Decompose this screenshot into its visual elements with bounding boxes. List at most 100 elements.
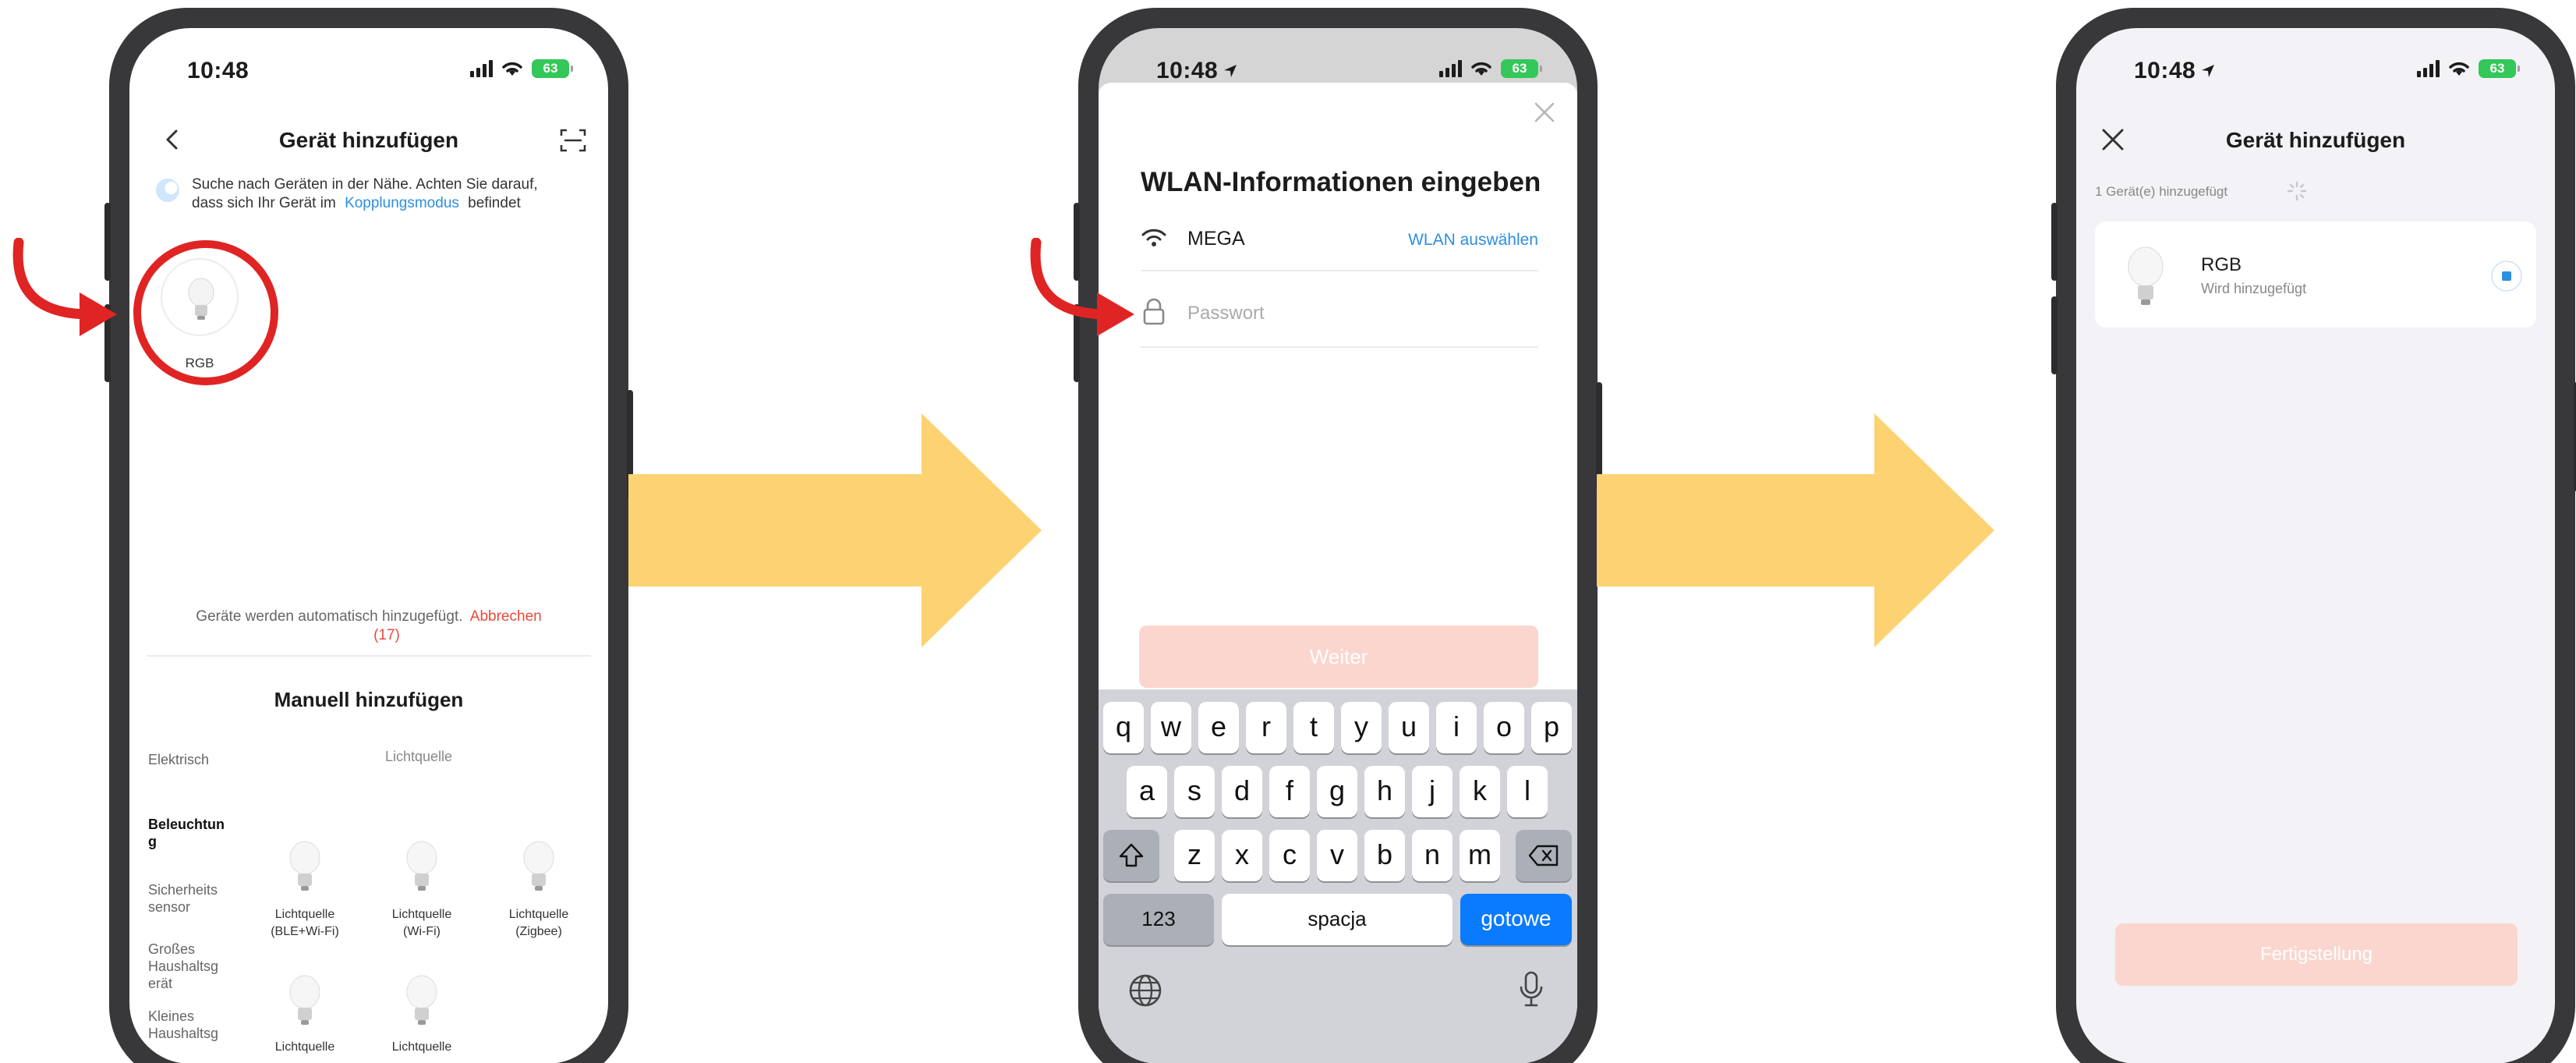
done-key[interactable]: gotowe bbox=[1460, 894, 1572, 945]
device-name: RGB bbox=[2201, 254, 2242, 275]
sheet-title: WLAN-Informationen eingeben bbox=[1141, 167, 1541, 197]
device-label: Lichtquelle (Zigbee) bbox=[508, 908, 569, 938]
numbers-key[interactable]: 123 bbox=[1103, 894, 1214, 945]
category-small-appliance[interactable]: Kleines Haushaltsg bbox=[148, 1008, 218, 1042]
phone-frame-3: 10:48 63 Gerät hinzufügen 1 Gerät(e) hin… bbox=[2051, 8, 2576, 1063]
key-i[interactable]: i bbox=[1436, 702, 1477, 753]
screen-adding-device: 10:48 63 Gerät hinzufügen 1 Gerät(e) hin… bbox=[2076, 28, 2555, 1063]
added-count: 1 Gerät(e) hinzugefügt bbox=[2095, 184, 2228, 199]
screen-wifi-info: 10:48 63 WLAN-Informationen eingeben MEG… bbox=[1099, 28, 1577, 1063]
key-p[interactable]: p bbox=[1531, 702, 1572, 753]
choose-wifi-link[interactable]: WLAN auswählen bbox=[1408, 231, 1538, 250]
key-x[interactable]: x bbox=[1222, 830, 1262, 881]
battery-icon: 63 bbox=[1501, 59, 1542, 78]
pairing-mode-link[interactable]: Kopplungsmodus bbox=[345, 195, 459, 211]
device-tile-wifi[interactable]: Lichtquelle (Wi-Fi) bbox=[363, 839, 480, 956]
backspace-icon bbox=[1528, 845, 1559, 866]
key-v[interactable]: v bbox=[1317, 830, 1357, 881]
key-c[interactable]: c bbox=[1269, 830, 1310, 881]
category-lighting[interactable]: Beleuchtun g bbox=[148, 816, 225, 850]
cancel-link[interactable]: Abbrechen bbox=[470, 608, 542, 625]
search-hint-line1: Suche nach Geräten in der Nähe. Achten S… bbox=[192, 176, 538, 193]
light-bulb-icon bbox=[2128, 246, 2164, 305]
key-l[interactable]: l bbox=[1507, 766, 1548, 817]
location-arrow-icon bbox=[2202, 65, 2215, 77]
key-y[interactable]: y bbox=[1341, 702, 1382, 753]
shift-icon bbox=[1119, 843, 1144, 867]
battery-icon: 63 bbox=[2479, 59, 2520, 78]
auto-add-text: Geräte werden automatisch hinzugefügt. A… bbox=[196, 608, 542, 625]
cellular-signal-icon bbox=[1439, 60, 1462, 77]
key-n[interactable]: n bbox=[1412, 830, 1453, 881]
category-security-sensor[interactable]: Sicherheits sensor bbox=[148, 881, 218, 916]
device-label: Lichtquelle (BLE+Wi-Fi) bbox=[271, 908, 339, 938]
device-tile-4[interactable]: Lichtquelle bbox=[246, 973, 363, 1063]
cellular-signal-icon bbox=[470, 60, 493, 77]
key-u[interactable]: u bbox=[1389, 702, 1429, 753]
key-g[interactable]: g bbox=[1317, 766, 1357, 817]
category-large-appliance[interactable]: Großes Haushaltsg erät bbox=[148, 941, 218, 992]
pointer-arrow-icon bbox=[12, 238, 117, 336]
password-input[interactable]: Passwort bbox=[1187, 303, 1265, 324]
search-hint-line2: dass sich Ihr Gerät im Kopplungsmodus be… bbox=[192, 195, 521, 211]
key-b[interactable]: b bbox=[1364, 830, 1405, 881]
wifi-name: MEGA bbox=[1187, 228, 1245, 250]
key-f[interactable]: f bbox=[1269, 766, 1310, 817]
backspace-key[interactable] bbox=[1516, 830, 1572, 881]
key-q[interactable]: q bbox=[1103, 702, 1144, 753]
globe-icon[interactable] bbox=[1128, 973, 1162, 1008]
key-z[interactable]: z bbox=[1174, 830, 1215, 881]
device-label: Lichtquelle bbox=[391, 1040, 452, 1054]
scan-icon[interactable] bbox=[560, 128, 586, 153]
key-k[interactable]: k bbox=[1460, 766, 1500, 817]
key-o[interactable]: o bbox=[1484, 702, 1524, 753]
wifi-icon bbox=[1141, 229, 1166, 246]
flow-arrow-icon bbox=[1597, 413, 1994, 647]
progress-ring-icon bbox=[2491, 260, 2522, 292]
wifi-icon bbox=[1471, 62, 1491, 76]
location-arrow-icon bbox=[1224, 65, 1237, 77]
highlight-circle bbox=[133, 240, 278, 385]
lock-icon bbox=[1143, 298, 1165, 325]
light-bulb-icon bbox=[406, 841, 437, 891]
wifi-icon bbox=[2449, 62, 2469, 76]
key-h[interactable]: h bbox=[1364, 766, 1405, 817]
key-a[interactable]: a bbox=[1127, 766, 1167, 817]
divider bbox=[1141, 270, 1538, 271]
light-bulb-icon bbox=[289, 841, 320, 891]
light-bulb-icon bbox=[289, 975, 320, 1025]
device-tile-ble-wifi[interactable]: Lichtquelle (BLE+Wi-Fi) bbox=[246, 839, 363, 956]
space-key[interactable]: spacja bbox=[1222, 894, 1453, 945]
status-time: 10:48 bbox=[187, 58, 249, 83]
device-card-rgb[interactable]: RGB Wird hinzugefügt bbox=[2095, 221, 2536, 328]
close-icon[interactable] bbox=[1534, 101, 1555, 123]
key-j[interactable]: j bbox=[1412, 766, 1453, 817]
divider bbox=[1141, 346, 1538, 348]
device-tile-zigbee[interactable]: Lichtquelle (Zigbee) bbox=[480, 839, 597, 956]
search-spinner-icon bbox=[156, 179, 179, 202]
finish-button[interactable]: Fertigstellung bbox=[2115, 923, 2518, 986]
key-r[interactable]: r bbox=[1246, 702, 1286, 753]
status-bar: 10:48 63 bbox=[129, 28, 608, 114]
key-w[interactable]: w bbox=[1151, 702, 1191, 753]
shift-key[interactable] bbox=[1103, 830, 1159, 881]
category-electric[interactable]: Elektrisch bbox=[148, 752, 209, 768]
key-e[interactable]: e bbox=[1198, 702, 1239, 753]
battery-icon: 63 bbox=[532, 59, 573, 78]
key-s[interactable]: s bbox=[1174, 766, 1215, 817]
manual-add-title: Manuell hinzufügen bbox=[274, 688, 464, 711]
light-bulb-icon bbox=[406, 975, 437, 1025]
key-d[interactable]: d bbox=[1222, 766, 1262, 817]
next-button[interactable]: Weiter bbox=[1139, 625, 1538, 688]
light-bulb-icon bbox=[523, 841, 554, 891]
device-tile-5[interactable]: Lichtquelle bbox=[363, 973, 480, 1063]
countdown: (17) bbox=[373, 627, 400, 643]
microphone-icon[interactable] bbox=[1518, 970, 1545, 1009]
on-screen-keyboard: q w e r t y u i o p a s d f g h j k l z … bbox=[1099, 689, 1577, 1063]
key-m[interactable]: m bbox=[1460, 830, 1500, 881]
device-status: Wird hinzugefügt bbox=[2201, 281, 2307, 296]
key-t[interactable]: t bbox=[1293, 702, 1334, 753]
wifi-icon bbox=[502, 62, 522, 76]
page-title: Gerät hinzufügen bbox=[2225, 128, 2406, 152]
device-label: Lichtquelle (Wi-Fi) bbox=[391, 908, 452, 938]
